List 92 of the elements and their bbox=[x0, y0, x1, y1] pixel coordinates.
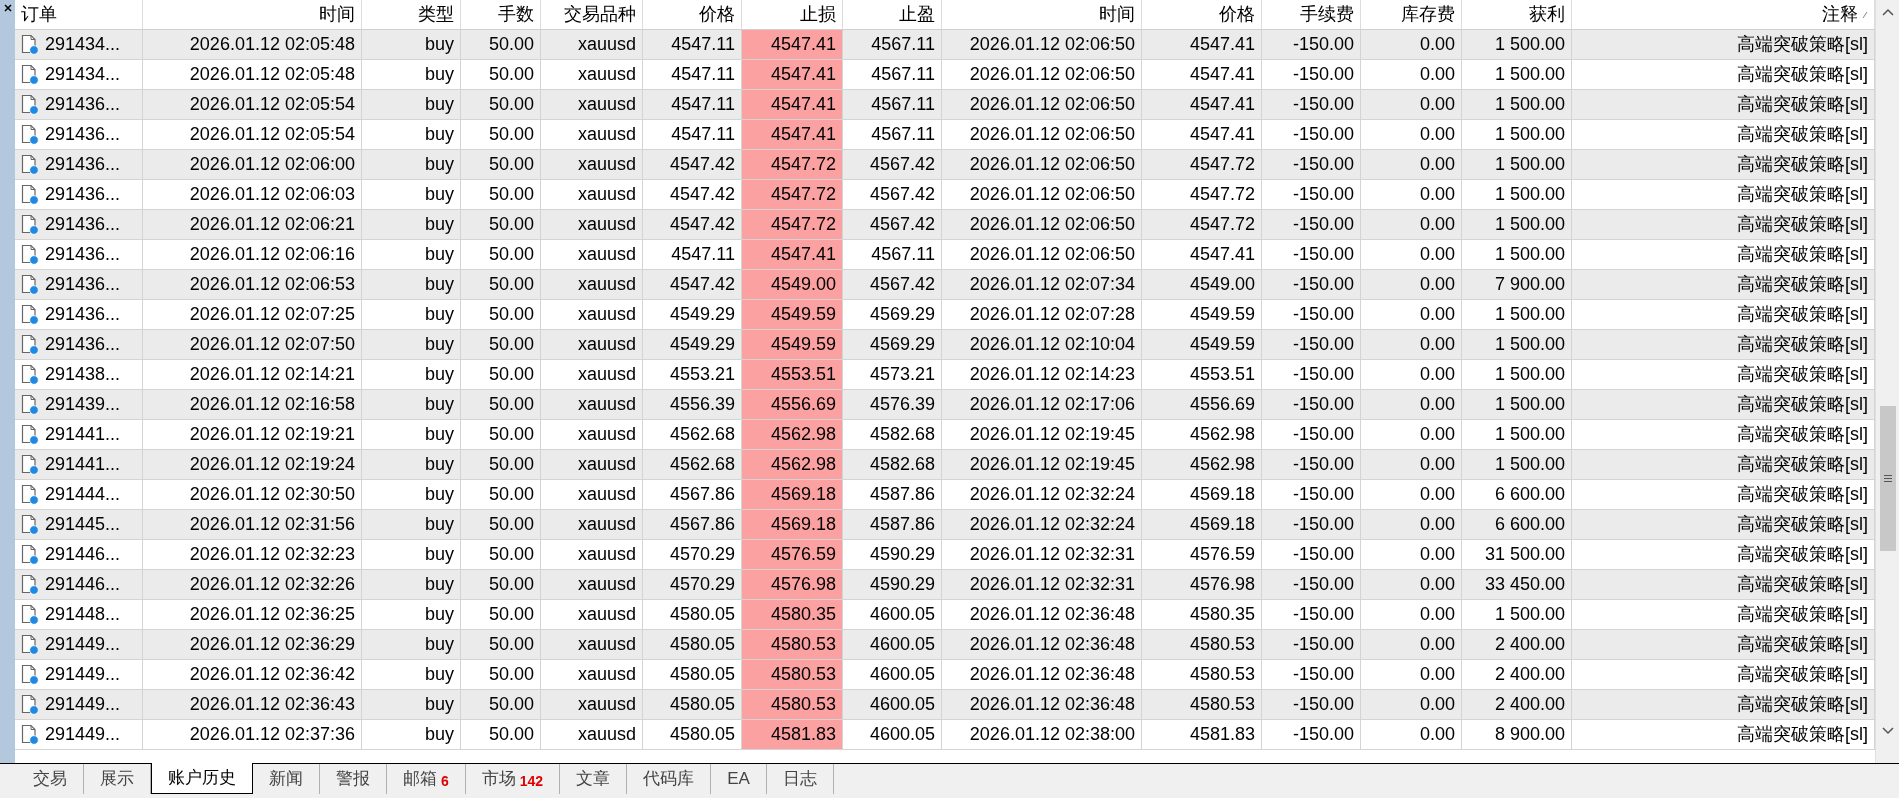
table-cell: 4600.05 bbox=[843, 720, 942, 750]
stop-loss-cell: 4581.83 bbox=[742, 720, 843, 750]
count-label: 142 bbox=[519, 771, 544, 791]
tab[interactable]: 新闻 bbox=[253, 764, 320, 794]
stop-loss-cell: 4547.72 bbox=[742, 180, 843, 210]
table-cell: 8 900.00 bbox=[1462, 720, 1572, 750]
table-cell: 高端突破策略[sl] bbox=[1572, 720, 1875, 750]
stop-loss-cell: 4569.18 bbox=[742, 480, 843, 510]
scroll-thumb[interactable] bbox=[1879, 406, 1896, 551]
table-cell: buy bbox=[362, 720, 461, 750]
tab[interactable]: 文章 bbox=[560, 764, 628, 794]
stop-loss-cell: 4549.59 bbox=[742, 300, 843, 330]
stop-loss-cell: 4580.53 bbox=[742, 630, 843, 660]
column-header[interactable]: 库存费 bbox=[1401, 1, 1455, 28]
document-icon bbox=[21, 244, 39, 265]
stop-loss-cell: 4569.18 bbox=[742, 510, 843, 540]
document-icon bbox=[21, 724, 39, 745]
stop-loss-cell: 4549.59 bbox=[742, 330, 843, 360]
table-cell: xauusd bbox=[541, 720, 643, 750]
column-header[interactable]: 止盈 bbox=[899, 1, 935, 28]
tab[interactable]: 邮箱 6 bbox=[387, 764, 466, 794]
document-icon bbox=[21, 214, 39, 235]
table-cell: 2026.01.12 02:37:36 bbox=[143, 720, 362, 750]
column-header[interactable]: 订单 bbox=[21, 1, 57, 28]
document-icon bbox=[21, 364, 39, 385]
stop-loss-cell: 4547.41 bbox=[742, 120, 843, 150]
table-cell: 4581.83 bbox=[1142, 720, 1262, 750]
document-icon bbox=[21, 334, 39, 355]
order-cell: 291449... bbox=[15, 720, 143, 750]
column-header[interactable]: 交易品种 bbox=[564, 1, 636, 28]
document-icon bbox=[21, 394, 39, 415]
stop-loss-cell: 4547.41 bbox=[742, 240, 843, 270]
tab[interactable]: 市场 142 bbox=[465, 764, 561, 794]
stop-loss-cell: 4547.41 bbox=[742, 60, 843, 90]
document-icon bbox=[21, 574, 39, 595]
stop-loss-cell: 4580.53 bbox=[742, 660, 843, 690]
document-icon bbox=[21, 64, 39, 85]
tab[interactable]: 账户历史 bbox=[151, 763, 253, 794]
stop-loss-cell: 4556.69 bbox=[742, 390, 843, 420]
document-icon bbox=[21, 184, 39, 205]
column-header[interactable]: 手数 bbox=[498, 1, 534, 28]
stop-loss-cell: 4562.98 bbox=[742, 450, 843, 480]
scrollbar[interactable] bbox=[1875, 0, 1899, 763]
stop-loss-cell: 4547.72 bbox=[742, 150, 843, 180]
document-icon bbox=[21, 154, 39, 175]
stop-loss-cell: 4547.41 bbox=[742, 30, 843, 60]
stop-loss-cell: 4553.51 bbox=[742, 360, 843, 390]
scroll-up-icon[interactable] bbox=[1881, 8, 1894, 16]
stop-loss-cell: 4580.53 bbox=[742, 690, 843, 720]
table-cell: 2026.01.12 02:38:00 bbox=[942, 720, 1142, 750]
document-icon bbox=[21, 544, 39, 565]
document-icon bbox=[21, 514, 39, 535]
document-icon bbox=[21, 694, 39, 715]
stop-loss-cell: 4547.72 bbox=[742, 210, 843, 240]
scroll-down-icon[interactable] bbox=[1881, 727, 1894, 735]
tab[interactable]: 日志 bbox=[766, 764, 834, 794]
column-header[interactable]: 止损 bbox=[800, 1, 836, 28]
document-icon bbox=[21, 484, 39, 505]
table-cell: -150.00 bbox=[1262, 720, 1361, 750]
sort-icon bbox=[1862, 10, 1868, 19]
tab[interactable]: 警报 bbox=[320, 764, 387, 794]
stop-loss-cell: 4576.98 bbox=[742, 570, 843, 600]
stop-loss-cell: 4562.98 bbox=[742, 420, 843, 450]
document-icon bbox=[21, 664, 39, 685]
stop-loss-cell: 4549.00 bbox=[742, 270, 843, 300]
close-icon[interactable] bbox=[3, 4, 12, 12]
column-header[interactable]: 类型 bbox=[418, 1, 454, 28]
document-icon bbox=[21, 424, 39, 445]
document-icon bbox=[21, 34, 39, 55]
document-icon bbox=[21, 304, 39, 325]
document-icon bbox=[21, 604, 39, 625]
document-icon bbox=[21, 94, 39, 115]
table-cell: 50.00 bbox=[461, 720, 541, 750]
document-icon bbox=[21, 634, 39, 655]
document-icon bbox=[21, 454, 39, 475]
count-label: 6 bbox=[441, 771, 449, 791]
tab[interactable]: 交易 bbox=[17, 764, 84, 794]
column-header[interactable]: 时间 bbox=[319, 1, 355, 28]
column-header[interactable]: 价格 bbox=[1219, 1, 1255, 28]
document-icon bbox=[21, 124, 39, 145]
stop-loss-cell: 4547.41 bbox=[742, 90, 843, 120]
document-icon bbox=[21, 274, 39, 295]
column-header[interactable]: 手续费 bbox=[1300, 1, 1354, 28]
tab[interactable]: EA bbox=[711, 764, 767, 794]
tab[interactable]: 代码库 bbox=[627, 764, 712, 794]
column-header[interactable]: 注释 bbox=[1822, 1, 1858, 28]
table-cell: 0.00 bbox=[1361, 720, 1462, 750]
column-header[interactable]: 价格 bbox=[699, 1, 735, 28]
stop-loss-cell: 4580.35 bbox=[742, 600, 843, 630]
stop-loss-cell: 4576.59 bbox=[742, 540, 843, 570]
column-header[interactable]: 获利 bbox=[1529, 1, 1565, 28]
column-header[interactable]: 时间 bbox=[1099, 1, 1135, 28]
